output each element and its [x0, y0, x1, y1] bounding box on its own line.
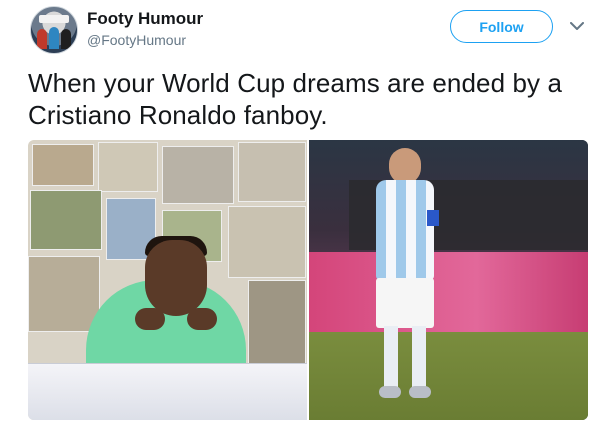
wall-poster [162, 146, 234, 204]
avatar-figure [49, 27, 59, 49]
face [145, 240, 207, 316]
wall-poster [228, 206, 306, 278]
wall-poster [28, 256, 100, 332]
author-display-name[interactable]: Footy Humour [87, 9, 203, 29]
tweet-text: When your World Cup dreams are ended by … [28, 68, 563, 130]
player-leg [384, 326, 398, 388]
chevron-down-icon[interactable] [569, 18, 585, 34]
captain-armband [427, 210, 439, 226]
wall-poster [30, 190, 102, 250]
tweet-media[interactable] [28, 140, 588, 420]
player-head [389, 148, 421, 184]
advertising-board [309, 252, 588, 332]
bed-sheet [28, 363, 307, 420]
wall-poster [98, 142, 158, 192]
avatar-logo [39, 15, 69, 23]
player-shorts [376, 278, 434, 328]
hand [187, 308, 217, 330]
player-boot [409, 386, 431, 398]
wall-poster [32, 144, 94, 186]
wall-poster [248, 280, 306, 366]
hand [135, 308, 165, 330]
player-boot [379, 386, 401, 398]
wall-poster [238, 142, 306, 202]
avatar-figure [61, 29, 71, 49]
young-boy-posters-photo[interactable] [28, 140, 307, 420]
follow-button[interactable]: Follow [450, 10, 553, 43]
player-shirt [376, 180, 434, 280]
dejected-player-photo[interactable] [309, 140, 588, 420]
author-handle[interactable]: @FootyHumour [87, 32, 186, 48]
grass-pitch [309, 332, 588, 420]
avatar-figure [37, 29, 47, 49]
player-leg [412, 326, 426, 388]
avatar[interactable] [30, 6, 78, 54]
